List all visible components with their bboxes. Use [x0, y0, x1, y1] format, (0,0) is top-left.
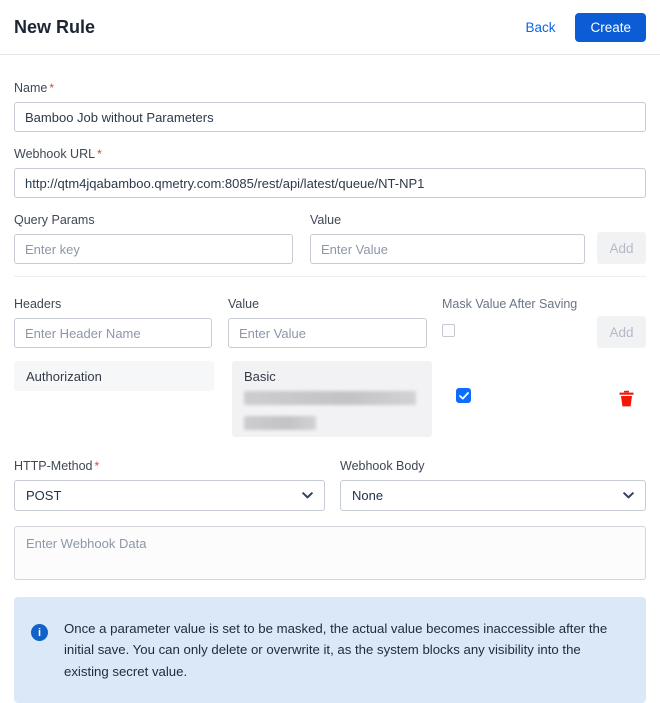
- saved-header-value-type: Basic: [244, 369, 420, 384]
- webhook-url-group: Webhook URL*: [14, 147, 646, 198]
- page-header: New Rule Back Create: [0, 0, 660, 55]
- webhook-data-textarea[interactable]: [14, 526, 646, 580]
- new-rule-form: Name* Webhook URL* Query Params Value Ad…: [0, 55, 660, 703]
- header-add-button[interactable]: Add: [597, 316, 646, 348]
- query-value-input[interactable]: [310, 234, 585, 264]
- header-value-col: Value: [228, 297, 427, 348]
- create-button[interactable]: Create: [575, 13, 646, 42]
- name-label: Name*: [14, 81, 646, 95]
- query-params-label: Query Params: [14, 213, 293, 227]
- page-title: New Rule: [14, 17, 525, 38]
- query-value-label: Value: [310, 213, 585, 227]
- saved-header-row: Authorization Basic: [14, 361, 646, 437]
- required-asterisk: *: [95, 459, 100, 473]
- query-key-input[interactable]: [14, 234, 293, 264]
- name-label-text: Name: [14, 81, 47, 95]
- back-link[interactable]: Back: [525, 20, 555, 35]
- http-method-col: HTTP-Method* POST: [14, 459, 325, 511]
- header-value-label: Value: [228, 297, 427, 311]
- saved-header-value: Basic: [232, 361, 432, 437]
- headers-row: Headers Value Mask Value After Saving Ad…: [14, 297, 646, 348]
- masked-secret-line-1: [244, 391, 416, 405]
- header-name-col: Headers: [14, 297, 212, 348]
- query-add-button[interactable]: Add: [597, 232, 646, 264]
- http-method-select[interactable]: POST: [14, 480, 325, 511]
- query-params-row: Query Params Value Add: [14, 213, 646, 264]
- webhook-url-label-text: Webhook URL: [14, 147, 95, 161]
- webhook-body-col: Webhook Body None: [340, 459, 646, 511]
- webhook-body-selected-value: None: [352, 488, 383, 503]
- name-group: Name*: [14, 81, 646, 132]
- header-value-input[interactable]: [228, 318, 427, 348]
- masked-secret-line-2: [244, 416, 316, 430]
- webhook-body-select[interactable]: None: [340, 480, 646, 511]
- required-asterisk: *: [97, 147, 102, 161]
- check-icon: [459, 392, 469, 400]
- method-row: HTTP-Method* POST Webhook Body None: [14, 459, 646, 511]
- webhook-url-input[interactable]: [14, 168, 646, 198]
- trash-icon: [619, 390, 634, 407]
- mask-value-label: Mask Value After Saving: [442, 297, 577, 311]
- mask-col: Mask Value After Saving: [442, 297, 577, 340]
- query-value-col: Value: [310, 213, 585, 264]
- name-input[interactable]: [14, 102, 646, 132]
- webhook-body-label: Webhook Body: [340, 459, 646, 473]
- http-method-label: HTTP-Method*: [14, 459, 325, 473]
- http-method-label-text: HTTP-Method: [14, 459, 93, 473]
- headers-label: Headers: [14, 297, 212, 311]
- webhook-url-label: Webhook URL*: [14, 147, 646, 161]
- info-banner-text: Once a parameter value is set to be mask…: [64, 618, 622, 682]
- saved-mask-checkbox[interactable]: [456, 388, 471, 403]
- delete-header-button[interactable]: [619, 390, 634, 410]
- chevron-down-icon: [302, 492, 313, 499]
- required-asterisk: *: [49, 81, 54, 95]
- http-method-selected-value: POST: [26, 488, 61, 503]
- mask-value-checkbox[interactable]: [442, 324, 455, 337]
- query-key-col: Query Params: [14, 213, 293, 264]
- section-divider: [14, 276, 646, 277]
- header-name-input[interactable]: [14, 318, 212, 348]
- info-icon: i: [31, 624, 48, 641]
- saved-header-name: Authorization: [14, 361, 214, 391]
- info-banner: i Once a parameter value is set to be ma…: [14, 597, 646, 703]
- chevron-down-icon: [623, 492, 634, 499]
